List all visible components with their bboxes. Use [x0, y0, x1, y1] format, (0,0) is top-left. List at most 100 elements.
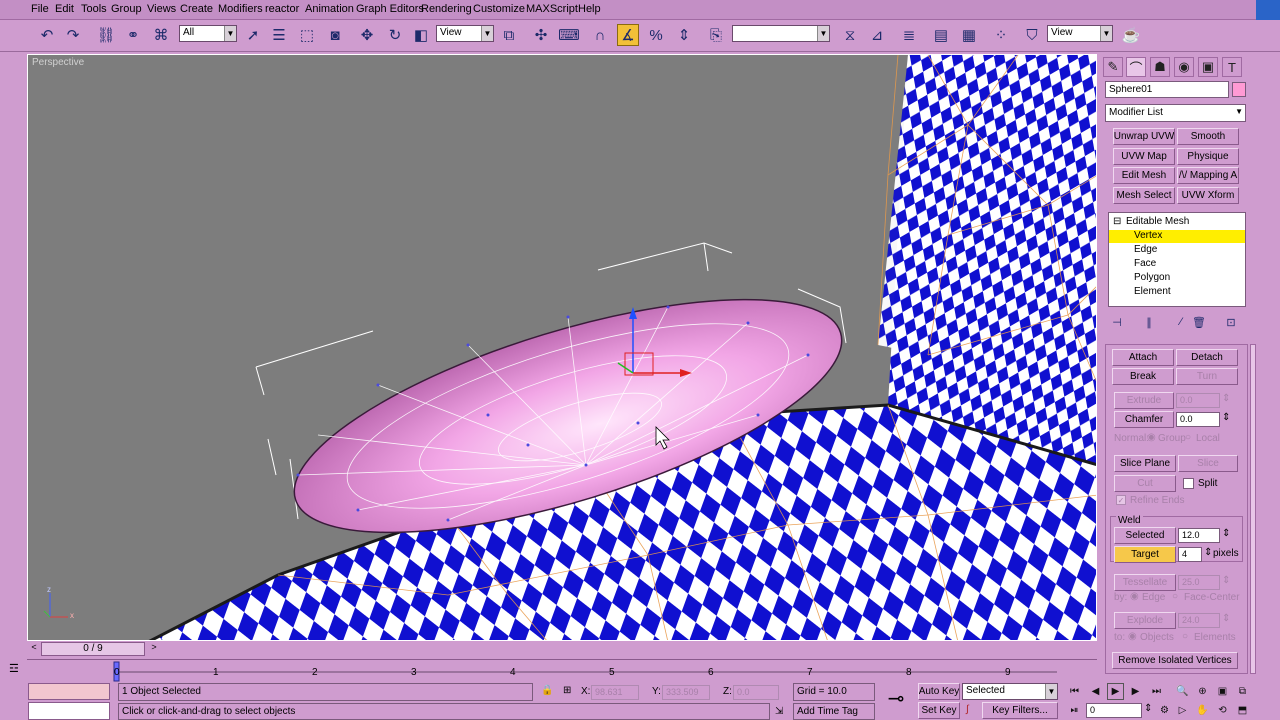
remove-isolated-vertices-button[interactable]: Remove Isolated Vertices — [1112, 652, 1238, 669]
x-coord-field[interactable]: 98.631 — [591, 685, 639, 700]
weld-target-button[interactable]: Target — [1114, 546, 1176, 563]
refine-ends-checkbox[interactable]: ✓ — [1116, 495, 1126, 505]
curve-editor-icon[interactable]: ▤ — [930, 24, 952, 46]
modifier-uvw-xform-button[interactable]: UVW Xform — [1177, 187, 1239, 204]
maxscript-listener-input[interactable] — [28, 702, 110, 720]
angle-snap-icon[interactable]: ∡ — [617, 24, 639, 46]
rotate-icon[interactable]: ↻ — [384, 24, 406, 46]
explode-spinner[interactable]: 24.0 — [1178, 613, 1220, 628]
snap-3d-icon[interactable]: ∩ — [589, 24, 611, 46]
select-by-name-icon[interactable]: ☰ — [268, 24, 290, 46]
menu-reactor[interactable]: reactor — [265, 3, 299, 15]
create-tab-icon[interactable]: ✎ — [1103, 57, 1123, 77]
modifier-smooth-button[interactable]: Smooth — [1177, 128, 1239, 145]
configure-sets-icon[interactable]: ⊡ — [1222, 313, 1240, 331]
add-time-tag-button[interactable]: Add Time Tag — [793, 703, 875, 720]
cut-button[interactable]: Cut — [1114, 475, 1176, 492]
make-unique-icon[interactable]: ⁄ — [1172, 313, 1190, 331]
mini-curve-editor-icon[interactable]: ☲ — [9, 662, 25, 678]
chamfer-spinner-arrows-icon[interactable]: ⇕ — [1222, 412, 1230, 423]
align-icon[interactable]: ⊿ — [866, 24, 888, 46]
pan-icon[interactable]: ✋ — [1194, 702, 1211, 719]
undo-icon[interactable]: ↶ — [36, 24, 58, 46]
maximize-viewport-icon[interactable]: ⬒ — [1234, 702, 1251, 719]
selection-lock-icon[interactable]: 🔒 — [541, 685, 553, 696]
menu-edit[interactable]: Edit — [55, 3, 74, 15]
mirror-icon[interactable]: ⧖ — [839, 24, 861, 46]
tessellate-button[interactable]: Tessellate — [1114, 574, 1176, 591]
modify-tab-icon[interactable]: ⌒ — [1126, 57, 1146, 77]
stack-item-element[interactable]: Element — [1134, 286, 1171, 297]
object-color-swatch[interactable] — [1232, 82, 1246, 97]
turn-button[interactable]: Turn — [1176, 368, 1238, 385]
extrude-spinner-arrows-icon[interactable]: ⇕ — [1222, 393, 1230, 404]
weld-target-spinner[interactable]: 4 — [1178, 547, 1202, 562]
unlink-icon[interactable]: ⚭ — [122, 24, 144, 46]
panel-scrollbar[interactable] — [1250, 344, 1256, 674]
stack-item-face[interactable]: Face — [1134, 258, 1156, 269]
frame-spinner-arrows-icon[interactable]: ⇕ — [1144, 703, 1152, 714]
hierarchy-tab-icon[interactable]: ☗ — [1150, 57, 1170, 77]
named-selection-dropdown[interactable]: ▼ — [732, 25, 830, 42]
modifier-edit-mesh-button[interactable]: Edit Mesh — [1113, 167, 1175, 184]
remove-modifier-icon[interactable]: 🗑 — [1190, 313, 1208, 331]
display-tab-icon[interactable]: ▣ — [1198, 57, 1218, 77]
key-mode-dropdown[interactable]: Selected ▼ — [962, 683, 1058, 700]
absolute-mode-icon[interactable]: ⊞ — [563, 685, 571, 696]
stack-item-vertex[interactable]: Vertex — [1134, 230, 1162, 241]
auto-key-button[interactable]: Auto Key — [918, 683, 960, 700]
spinner-snap-icon[interactable]: ⇕ — [673, 24, 695, 46]
set-key-icon[interactable]: ⊸ — [879, 686, 913, 716]
menu-tools[interactable]: Tools — [81, 3, 107, 15]
menu-file[interactable]: File — [31, 3, 49, 15]
move-icon[interactable]: ✥ — [356, 24, 378, 46]
menu-rendering[interactable]: Rendering — [421, 3, 472, 15]
key-mode-toggle-icon[interactable]: ⏯ — [1066, 702, 1083, 719]
viewport-label[interactable]: Perspective — [32, 57, 84, 68]
object-name-field[interactable]: Sphere01 — [1105, 81, 1229, 98]
attach-button[interactable]: Attach — [1112, 349, 1174, 366]
menu-group[interactable]: Group — [111, 3, 142, 15]
material-editor-icon[interactable]: ⁘ — [990, 24, 1012, 46]
maxscript-listener-mini[interactable] — [28, 683, 110, 700]
extrude-button[interactable]: Extrude — [1114, 392, 1174, 409]
show-end-result-icon[interactable]: ∥ — [1140, 313, 1158, 331]
stack-item-edge[interactable]: Edge — [1134, 244, 1157, 255]
render-scene-icon[interactable]: ⛉ — [1021, 24, 1043, 46]
pivot-center-icon[interactable]: ⧉ — [498, 24, 520, 46]
normal-group-radio[interactable]: ◉ — [1147, 432, 1156, 443]
slice-button[interactable]: Slice — [1178, 455, 1238, 472]
arc-rotate-icon[interactable]: ⟲ — [1214, 702, 1231, 719]
menu-modifiers[interactable]: Modifiers — [218, 3, 263, 15]
tess-edge-radio[interactable]: ◉ — [1130, 591, 1139, 602]
set-key-button[interactable]: Set Key — [918, 702, 960, 719]
utilities-tab-icon[interactable]: T — [1222, 57, 1242, 77]
explode-button[interactable]: Explode — [1114, 612, 1176, 629]
redo-icon[interactable]: ↷ — [62, 24, 84, 46]
keyboard-shortcut-icon[interactable]: ⌨ — [558, 24, 580, 46]
scale-icon[interactable]: ◧ — [410, 24, 432, 46]
extrude-spinner[interactable]: 0.0 — [1176, 393, 1220, 408]
weld-target-spinner-arrows-icon[interactable]: ⇕ — [1204, 547, 1212, 558]
manipulate-icon[interactable]: ✣ — [530, 24, 552, 46]
weld-selected-button[interactable]: Selected — [1114, 527, 1176, 544]
bind-spacewarp-icon[interactable]: ⌘ — [150, 24, 172, 46]
zoom-extents-all-icon[interactable]: ⧉ — [1234, 683, 1251, 700]
weld-selected-spinner-arrows-icon[interactable]: ⇕ — [1222, 528, 1230, 539]
z-coord-field[interactable]: 0.0 — [733, 685, 779, 700]
menu-graph-editors[interactable]: Graph Editors — [356, 3, 424, 15]
selection-filter-dropdown[interactable]: All ▼ — [179, 25, 237, 42]
stack-item-polygon[interactable]: Polygon — [1134, 272, 1170, 283]
percent-snap-icon[interactable]: % — [645, 24, 667, 46]
go-to-end-icon[interactable]: ⏭ — [1148, 683, 1165, 700]
current-frame-field[interactable]: 0 — [1086, 703, 1142, 718]
zoom-all-icon[interactable]: ⊕ — [1194, 683, 1211, 700]
split-checkbox[interactable] — [1183, 478, 1194, 489]
time-prev-icon[interactable]: < — [27, 642, 41, 656]
ref-coord-dropdown[interactable]: View ▼ — [436, 25, 494, 42]
explode-elements-radio[interactable]: ○ — [1182, 631, 1188, 642]
normal-local-radio[interactable]: ○ — [1185, 432, 1191, 443]
play-icon[interactable]: ▶ — [1107, 683, 1124, 700]
key-filters-button[interactable]: Key Filters... — [982, 702, 1058, 719]
slice-plane-button[interactable]: Slice Plane — [1114, 455, 1176, 472]
